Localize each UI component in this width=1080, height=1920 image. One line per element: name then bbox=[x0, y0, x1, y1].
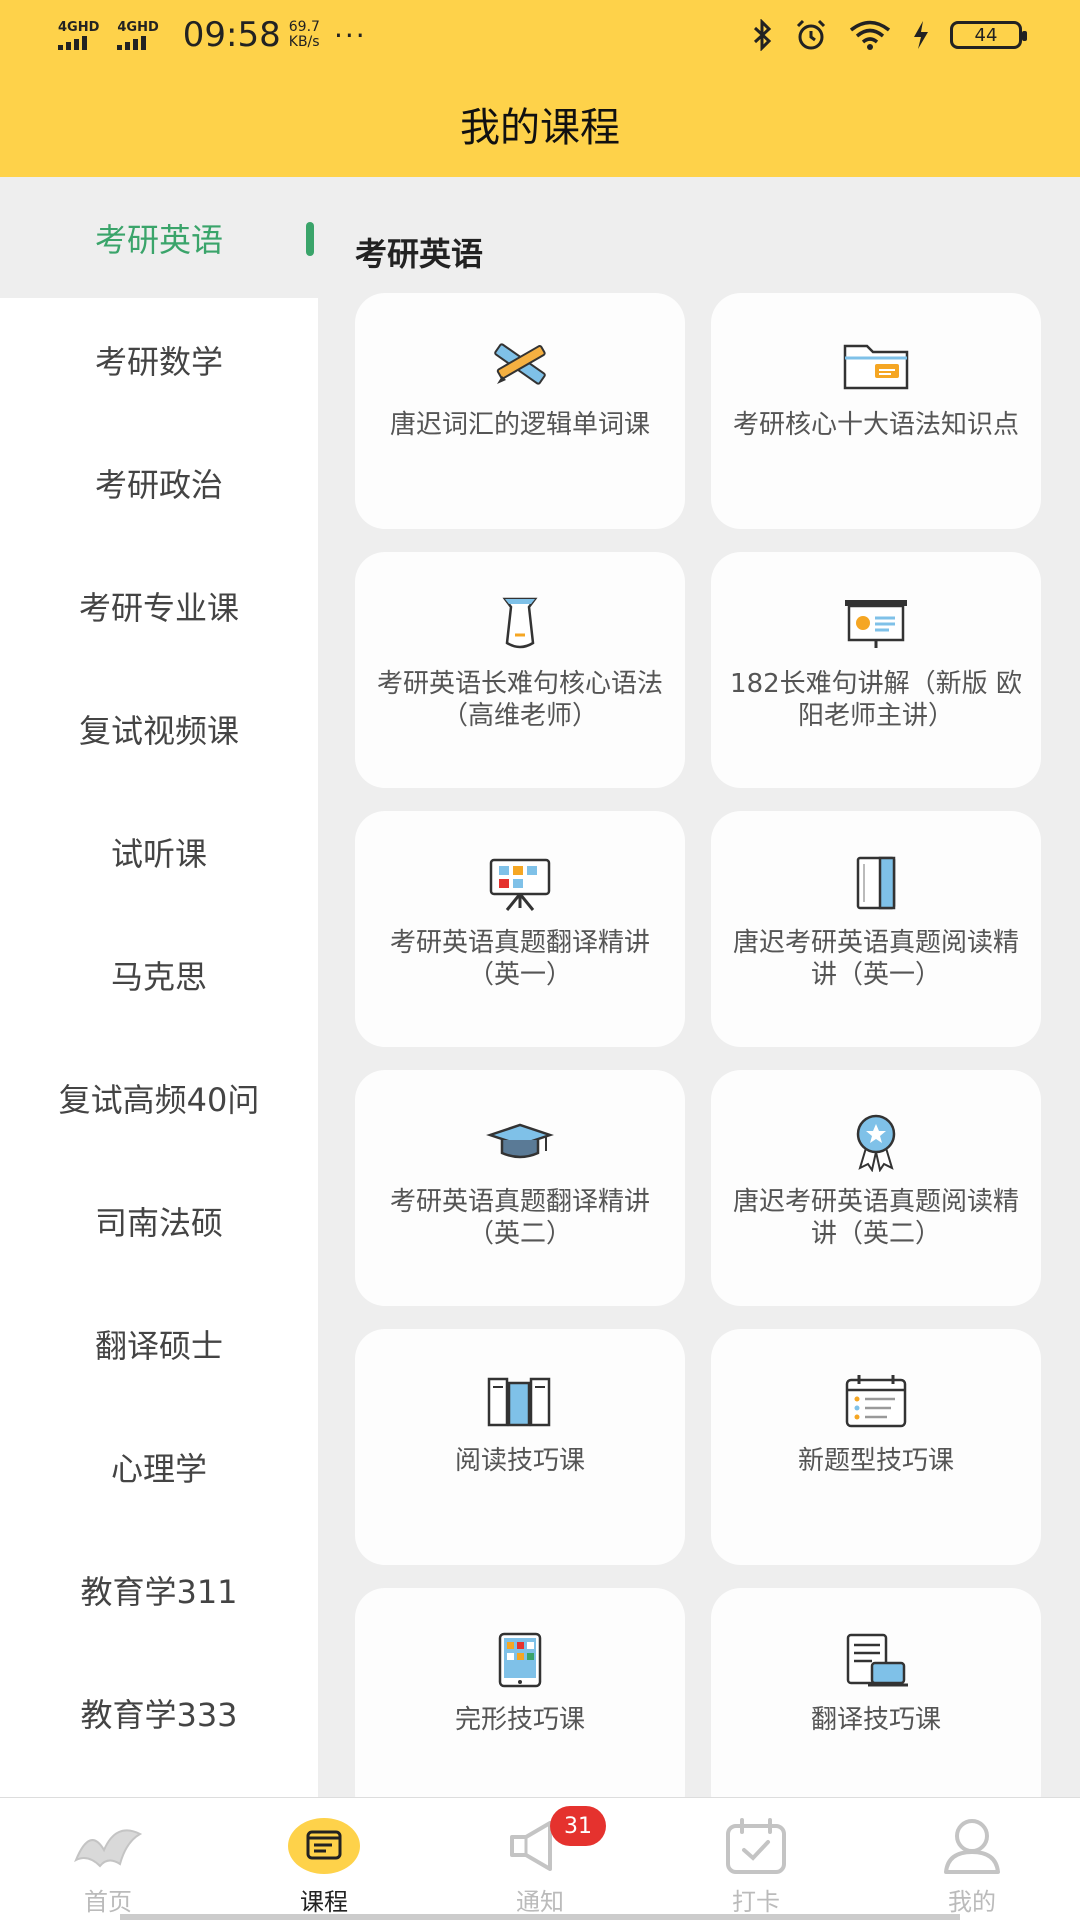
course-title: 唐迟考研英语真题阅读精讲（英一） bbox=[732, 928, 1019, 990]
nav-label: 打卡 bbox=[732, 1888, 780, 1916]
gesture-bar bbox=[120, 1914, 960, 1920]
notebook-icon bbox=[841, 853, 911, 913]
pencil-ruler-icon bbox=[485, 335, 555, 395]
nav-notifications[interactable]: 31 通知 bbox=[432, 1798, 648, 1920]
course-card[interactable]: 翻译技巧课 bbox=[711, 1588, 1041, 1797]
sidebar-item-retest-video[interactable]: 复试视频课 bbox=[0, 667, 318, 790]
course-title: 翻译技巧课 bbox=[810, 1705, 941, 1735]
course-title: 考研核心十大语法知识点 bbox=[732, 410, 1019, 440]
flask-icon bbox=[485, 594, 555, 654]
status-bar: 4GHD 4GHD 09:58 69.7 KB/s ··· 44 bbox=[0, 0, 1080, 70]
more-notifications-icon: ··· bbox=[333, 18, 367, 52]
course-title: 考研英语真题翻译精讲（英一） bbox=[389, 928, 650, 990]
app-header: 4GHD 4GHD 09:58 69.7 KB/s ··· 44 我的课程 bbox=[0, 0, 1080, 177]
battery-icon: 44 bbox=[950, 21, 1027, 49]
presentation-board-icon bbox=[841, 594, 911, 654]
course-title: 唐迟考研英语真题阅读精讲（英二） bbox=[732, 1187, 1019, 1249]
nav-label: 课程 bbox=[300, 1888, 348, 1916]
charging-icon bbox=[914, 21, 928, 49]
nav-home[interactable]: 首页 bbox=[0, 1798, 216, 1920]
page-title: 我的课程 bbox=[460, 105, 620, 151]
course-card[interactable]: 考研英语真题翻译精讲（英二） bbox=[355, 1070, 685, 1306]
wifi-icon bbox=[849, 20, 891, 50]
course-card[interactable]: 唐迟考研英语真题阅读精讲（英一） bbox=[711, 811, 1041, 1047]
course-card[interactable]: 182长难句讲解（新版 欧阳老师主讲） bbox=[711, 552, 1041, 788]
nav-checkin[interactable]: 打卡 bbox=[648, 1798, 864, 1920]
signal-2-icon: 4GHD bbox=[117, 19, 159, 50]
course-card[interactable]: 完形技巧课 bbox=[355, 1588, 685, 1797]
nav-label: 首页 bbox=[84, 1888, 132, 1916]
document-laptop-icon bbox=[841, 1630, 911, 1690]
course-card[interactable]: 唐迟词汇的逻辑单词课 bbox=[355, 293, 685, 529]
sidebar-item-law[interactable]: 司南法硕 bbox=[0, 1159, 318, 1282]
bluetooth-icon bbox=[753, 19, 772, 51]
user-icon bbox=[934, 1816, 1010, 1876]
sidebar-item-education-311[interactable]: 教育学311 bbox=[0, 1528, 318, 1651]
network-speed-unit: KB/s bbox=[288, 34, 320, 50]
course-card[interactable]: 新题型技巧课 bbox=[711, 1329, 1041, 1565]
nav-label: 通知 bbox=[516, 1888, 564, 1916]
sidebar-item-english[interactable]: 考研英语 bbox=[0, 177, 318, 298]
course-card[interactable]: 阅读技巧课 bbox=[355, 1329, 685, 1565]
course-title: 新题型技巧课 bbox=[797, 1446, 954, 1476]
course-card[interactable]: 考研核心十大语法知识点 bbox=[711, 293, 1041, 529]
course-title: 完形技巧课 bbox=[454, 1705, 585, 1735]
signal-1-icon: 4GHD bbox=[58, 21, 99, 50]
category-sidebar: 考研英语 考研数学 考研政治 考研专业课 复试视频课 试听课 马克思 复试高频4… bbox=[0, 177, 318, 1797]
course-grid: 唐迟词汇的逻辑单词课 考研核心十大语法知识点 考研英语长难句核心语法（高维老师）… bbox=[355, 293, 1045, 1797]
sidebar-item-politics[interactable]: 考研政治 bbox=[0, 421, 318, 544]
award-medal-icon bbox=[841, 1112, 911, 1172]
sidebar-item-retest-questions[interactable]: 复试高频40问 bbox=[0, 1036, 318, 1159]
sidebar-item-marx[interactable]: 马克思 bbox=[0, 913, 318, 1036]
nav-courses[interactable]: 课程 bbox=[216, 1798, 432, 1920]
status-time: 09:58 bbox=[182, 15, 281, 55]
course-title: 考研英语真题翻译精讲（英二） bbox=[389, 1187, 650, 1249]
active-category-marker bbox=[306, 222, 314, 256]
course-content: 考研英语 唐迟词汇的逻辑单词课 考研核心十大语法知识点 考研英语长难句核心语法（… bbox=[318, 177, 1080, 1797]
course-card[interactable]: 考研英语真题翻译精讲（英一） bbox=[355, 811, 685, 1047]
network-type-2: 4GHD bbox=[117, 19, 159, 35]
course-icon bbox=[286, 1816, 362, 1876]
section-title: 考研英语 bbox=[355, 235, 484, 273]
bottom-nav: 首页 课程 31 通知 打卡 我的 bbox=[0, 1797, 1080, 1920]
books-icon bbox=[485, 1371, 555, 1431]
alarm-icon bbox=[796, 19, 826, 50]
checkin-calendar-icon bbox=[718, 1816, 794, 1876]
battery-level: 44 bbox=[974, 24, 998, 46]
network-type-1: 4GHD bbox=[58, 19, 100, 35]
course-title: 考研英语长难句核心语法（高维老师） bbox=[376, 669, 663, 731]
sidebar-item-math[interactable]: 考研数学 bbox=[0, 298, 318, 421]
network-speed-value: 69.7 bbox=[288, 19, 320, 35]
graduation-cap-icon bbox=[485, 1112, 555, 1172]
sidebar-item-trial[interactable]: 试听课 bbox=[0, 790, 318, 913]
calendar-list-icon bbox=[841, 1371, 911, 1431]
notification-badge: 31 bbox=[550, 1806, 606, 1846]
course-card[interactable]: 唐迟考研英语真题阅读精讲（英二） bbox=[711, 1070, 1041, 1306]
tablet-apps-icon bbox=[485, 1630, 555, 1690]
folder-icon bbox=[841, 335, 911, 395]
sidebar-item-psychology[interactable]: 心理学 bbox=[0, 1405, 318, 1528]
course-title: 唐迟词汇的逻辑单词课 bbox=[389, 410, 650, 440]
nav-profile[interactable]: 我的 bbox=[864, 1798, 1080, 1920]
sidebar-item-major[interactable]: 考研专业课 bbox=[0, 544, 318, 667]
home-logo-icon bbox=[70, 1816, 146, 1876]
network-speed: 69.7 KB/s bbox=[289, 20, 320, 50]
sidebar-item-translation[interactable]: 翻译硕士 bbox=[0, 1282, 318, 1405]
course-title: 阅读技巧课 bbox=[454, 1446, 585, 1476]
easel-chart-icon bbox=[485, 853, 555, 913]
course-card[interactable]: 考研英语长难句核心语法（高维老师） bbox=[355, 552, 685, 788]
sidebar-item-education-333[interactable]: 教育学333 bbox=[0, 1651, 318, 1774]
course-title: 182长难句讲解（新版 欧阳老师主讲） bbox=[730, 669, 1022, 731]
nav-label: 我的 bbox=[948, 1888, 996, 1916]
